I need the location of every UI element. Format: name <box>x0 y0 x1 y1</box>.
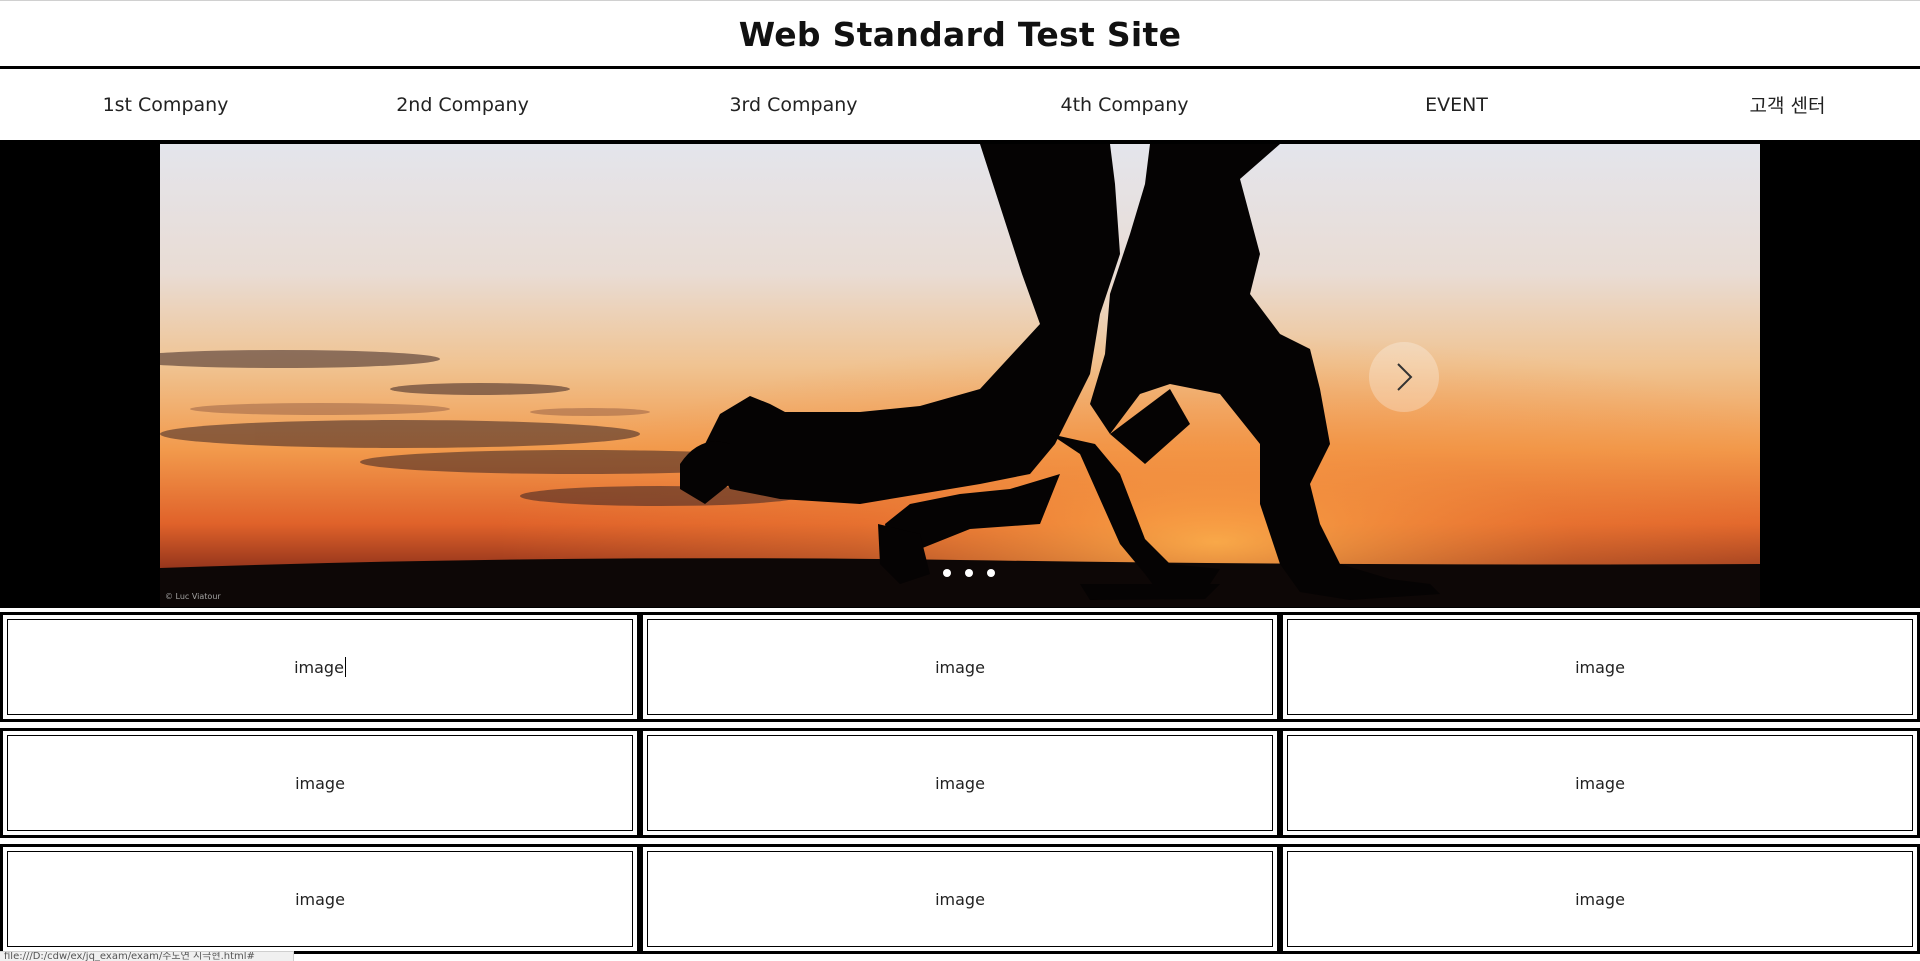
chevron-right-icon <box>1397 363 1413 391</box>
grid-item-label: image <box>294 657 344 677</box>
grid-item[interactable]: image <box>0 728 640 838</box>
grid-item-label: image <box>295 773 345 793</box>
image-grid: image image image image image image imag… <box>0 612 1920 956</box>
text-cursor <box>344 657 346 677</box>
nav-item-1st-company[interactable]: 1st Company <box>0 69 331 140</box>
hero-image-runners-sunset: © Luc Viatour <box>160 144 1760 607</box>
grid-item[interactable]: image <box>0 612 640 722</box>
hero-slider: © Luc Viatour <box>0 143 1920 608</box>
browser-status-bar: file:///D:/cdw/ex/jq_exam/exam/주도연 시극현.h… <box>0 951 294 961</box>
grid-item-label: image <box>295 889 345 909</box>
nav-item-2nd-company[interactable]: 2nd Company <box>297 69 628 140</box>
slider-pagination <box>943 569 995 579</box>
slider-dot-2[interactable] <box>965 569 973 577</box>
grid-item-label: image <box>1575 657 1625 677</box>
grid-item[interactable]: image <box>640 612 1280 722</box>
nav-item-3rd-company[interactable]: 3rd Company <box>628 69 959 140</box>
nav-item-event[interactable]: EVENT <box>1291 69 1622 140</box>
grid-item-label: image <box>1575 773 1625 793</box>
grid-item[interactable]: image <box>1280 612 1920 722</box>
slider-dot-1[interactable] <box>943 569 951 577</box>
grid-item[interactable]: image <box>1280 844 1920 954</box>
grid-item-label: image <box>1575 889 1625 909</box>
grid-item-label: image <box>935 657 985 677</box>
grid-item-label: image <box>935 773 985 793</box>
slider-dot-3[interactable] <box>987 569 995 577</box>
grid-item-label: image <box>935 889 985 909</box>
nav-item-4th-company[interactable]: 4th Company <box>959 69 1290 140</box>
photo-credit: © Luc Viatour <box>165 592 221 601</box>
page: Web Standard Test Site 1st Company 2nd C… <box>0 0 1920 961</box>
site-title: Web Standard Test Site <box>738 15 1182 54</box>
grid-item[interactable]: image <box>1280 728 1920 838</box>
site-header: Web Standard Test Site <box>0 0 1920 69</box>
runners-silhouette-illustration <box>160 144 1760 607</box>
grid-item[interactable]: image <box>640 844 1280 954</box>
grid-item[interactable]: image <box>640 728 1280 838</box>
grid-item[interactable]: image <box>0 844 640 954</box>
slider-next-button[interactable] <box>1369 342 1439 412</box>
main-nav: 1st Company 2nd Company 3rd Company 4th … <box>0 69 1920 143</box>
nav-item-customer-center[interactable]: 고객 센터 <box>1622 69 1920 140</box>
